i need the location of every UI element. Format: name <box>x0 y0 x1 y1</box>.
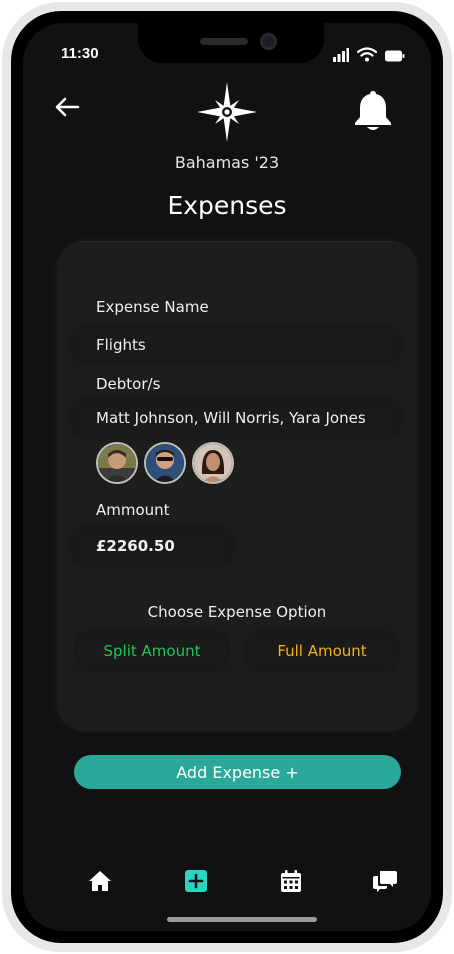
split-amount-option[interactable]: Split Amount <box>77 633 227 669</box>
trip-name: Bahamas '23 <box>174 153 280 172</box>
add-square-icon <box>185 870 207 892</box>
home-icon <box>89 871 111 891</box>
bottom-nav <box>23 863 431 903</box>
phone-frame: 11:30 Bahamas '23 Expenses Expense Name … <box>2 2 452 952</box>
home-indicator <box>167 917 317 922</box>
amount-label: Ammount <box>96 501 170 519</box>
expense-form-card: Expense Name Flights Debtor/s Matt Johns… <box>57 241 417 731</box>
debtors-field[interactable]: Matt Johnson, Will Norris, Yara Jones <box>73 401 399 435</box>
avatar[interactable] <box>192 442 234 484</box>
nav-calendar[interactable] <box>271 863 311 899</box>
status-icons <box>333 47 405 62</box>
add-expense-button[interactable]: Add Expense + <box>74 755 401 789</box>
nav-home[interactable] <box>80 863 120 899</box>
camera <box>260 33 277 50</box>
full-amount-option[interactable]: Full Amount <box>247 633 397 669</box>
amount-field[interactable]: £2260.50 <box>73 529 231 563</box>
expense-option-label: Choose Expense Option <box>147 603 327 621</box>
battery-icon <box>385 50 405 62</box>
debtor-avatars <box>96 442 234 484</box>
expense-name-field[interactable]: Flights <box>73 328 399 362</box>
compass-star-icon <box>197 82 257 142</box>
chat-icon <box>373 871 397 892</box>
expense-name-label: Expense Name <box>96 298 209 316</box>
notch <box>138 23 324 63</box>
wifi-icon <box>357 47 377 62</box>
speaker <box>200 38 248 45</box>
nav-add[interactable] <box>176 863 216 899</box>
calendar-icon <box>281 870 301 892</box>
bell-icon <box>355 91 391 130</box>
phone-bezel: 11:30 Bahamas '23 Expenses Expense Name … <box>11 11 443 943</box>
status-time: 11:30 <box>61 45 99 62</box>
signal-icon <box>333 48 349 62</box>
avatar[interactable] <box>96 442 138 484</box>
page-title: Expenses <box>167 191 287 220</box>
notifications-button[interactable] <box>353 89 393 133</box>
avatar[interactable] <box>144 442 186 484</box>
nav-chat[interactable] <box>365 863 405 899</box>
app-screen: 11:30 Bahamas '23 Expenses Expense Name … <box>23 23 431 931</box>
back-button[interactable] <box>51 91 83 123</box>
debtors-label: Debtor/s <box>96 375 161 393</box>
arrow-left-icon <box>55 97 80 117</box>
